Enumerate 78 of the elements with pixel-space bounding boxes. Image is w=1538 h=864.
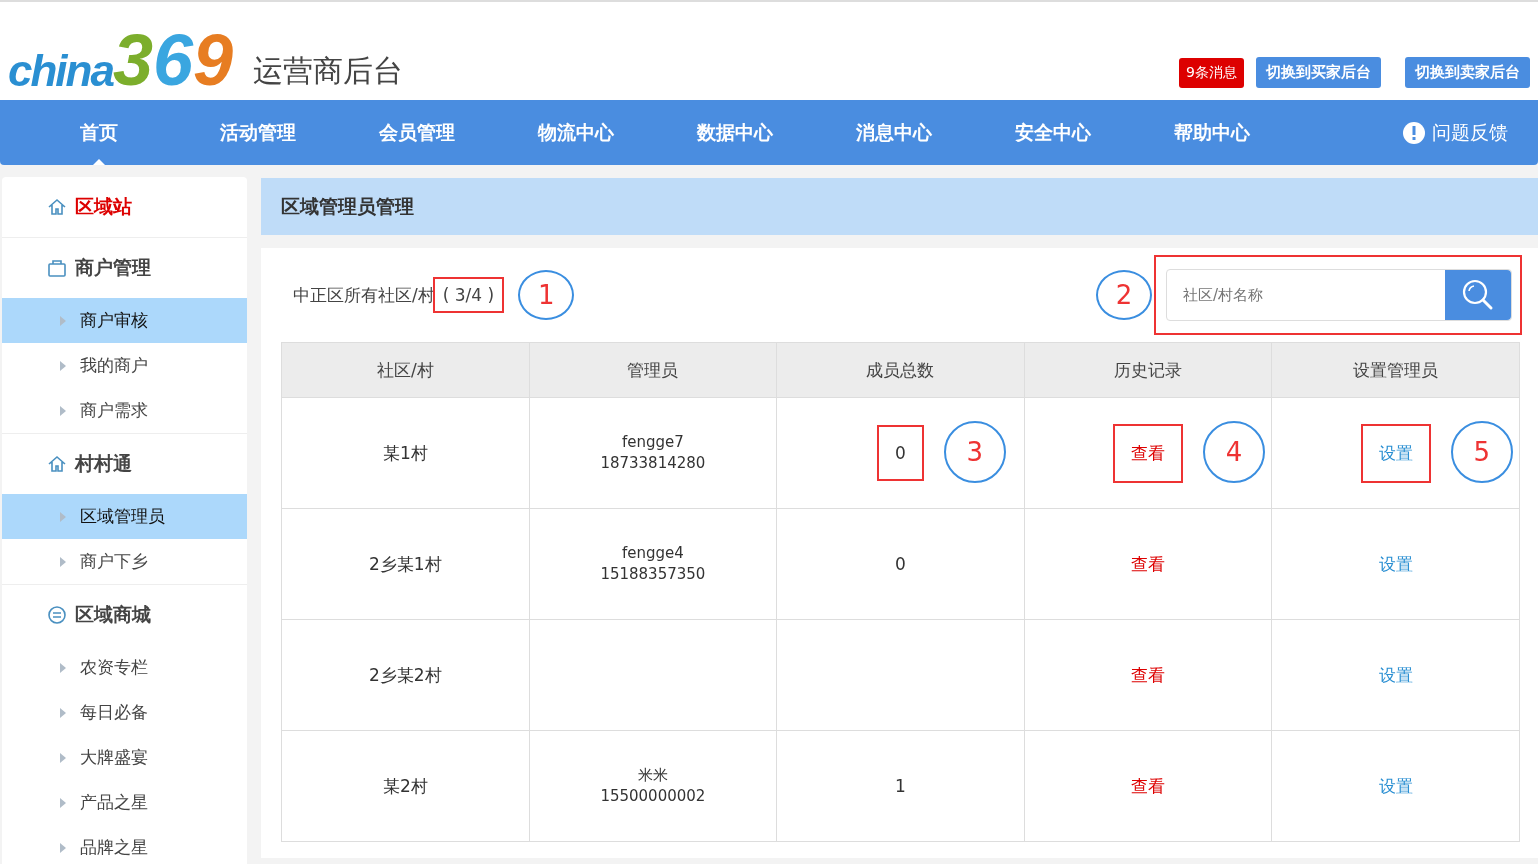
- sidebar-group[interactable]: 村村通: [2, 434, 247, 494]
- switch-button[interactable]: 切换到卖家后台: [1405, 57, 1530, 88]
- sidebar-group[interactable]: 区域商城: [2, 585, 247, 645]
- search-button[interactable]: [1445, 270, 1511, 320]
- callout-marker: 4: [1203, 421, 1266, 483]
- triangle-icon: [60, 707, 66, 718]
- sidebar-item[interactable]: 品牌之星: [2, 825, 247, 864]
- sidebar-item[interactable]: 大牌盛宴: [2, 735, 247, 780]
- view-link[interactable]: 查看: [1131, 442, 1166, 463]
- set-link[interactable]: 设置: [1378, 442, 1413, 463]
- home-icon: [47, 197, 67, 217]
- set-link[interactable]: 设置: [1378, 664, 1413, 685]
- nav-tab[interactable]: 安全中心: [973, 100, 1132, 165]
- feedback-link[interactable]: 问题反馈: [1402, 119, 1508, 146]
- nav-tab[interactable]: 会员管理: [337, 100, 496, 165]
- sidebar-item[interactable]: 农资专栏: [2, 645, 247, 690]
- triangle-icon: [60, 556, 66, 567]
- exclamation-icon: [1402, 120, 1426, 145]
- table-cell-text: 1: [895, 776, 906, 796]
- triangle-icon: [60, 797, 66, 808]
- table-cell-text: 某1村: [382, 442, 428, 463]
- logo: china369: [8, 19, 234, 100]
- search-field[interactable]: 社区/村名称: [1166, 269, 1512, 321]
- page-title: 区域管理员管理: [261, 178, 1538, 235]
- admin-info: fengge7 18733814280: [599, 432, 707, 474]
- search-input[interactable]: 社区/村名称: [1167, 270, 1445, 320]
- triangle-icon: [60, 315, 66, 326]
- column-header: 成员总数: [776, 342, 1025, 398]
- column-header: 历史记录: [1024, 342, 1272, 398]
- sidebar-group[interactable]: 商户管理: [2, 238, 247, 298]
- home-icon: [47, 454, 67, 474]
- triangle-icon: [60, 752, 66, 763]
- search-icon: [1461, 278, 1495, 312]
- callout-marker: 1: [518, 270, 575, 320]
- sidebar-item[interactable]: 商户需求: [2, 388, 247, 433]
- site-title: 运营商后台: [253, 52, 404, 90]
- nav-tab[interactable]: 消息中心: [814, 100, 973, 165]
- sidebar-group[interactable]: 区域站: [2, 177, 247, 237]
- view-link[interactable]: 查看: [1131, 664, 1166, 685]
- set-link[interactable]: 设置: [1378, 775, 1413, 796]
- sidebar-item[interactable]: 商户审核: [2, 298, 247, 343]
- nav-tab[interactable]: 物流中心: [496, 100, 655, 165]
- admin-info: 米米 15500000002: [599, 765, 707, 807]
- sidebar-item[interactable]: 区域管理员: [2, 494, 247, 539]
- messages-badge[interactable]: 9条消息: [1179, 57, 1244, 88]
- column-header: 设置管理员: [1271, 342, 1520, 398]
- nav-tab[interactable]: 数据中心: [655, 100, 814, 165]
- triangle-icon: [60, 662, 66, 673]
- triangle-icon: [60, 511, 66, 522]
- callout-marker: 2: [1096, 270, 1152, 320]
- sidebar-item[interactable]: 每日必备: [2, 690, 247, 735]
- sidebar-item[interactable]: 产品之星: [2, 780, 247, 825]
- triangle-icon: [60, 405, 66, 416]
- nav-tab[interactable]: 首页: [19, 100, 178, 165]
- coin-icon: [47, 605, 67, 625]
- view-link[interactable]: 查看: [1131, 775, 1166, 796]
- callout-marker: 5: [1450, 421, 1513, 483]
- triangle-icon: [60, 842, 66, 853]
- set-link[interactable]: 设置: [1378, 553, 1413, 574]
- column-header: 管理员: [529, 342, 777, 398]
- table-cell-text: 2乡某2村: [368, 664, 442, 685]
- nav-tab[interactable]: 帮助中心: [1132, 100, 1291, 165]
- table-cell-text: 2乡某1村: [368, 553, 442, 574]
- view-link[interactable]: 查看: [1131, 553, 1166, 574]
- sidebar-item[interactable]: 商户下乡: [2, 539, 247, 584]
- count-highlight: ( 3/4 ): [434, 279, 503, 311]
- table-cell-text: 0: [895, 443, 906, 463]
- sidebar-item[interactable]: 我的商户: [2, 343, 247, 388]
- table-cell-text: 0: [895, 554, 906, 574]
- bag-icon: [47, 258, 67, 278]
- callout-marker: 3: [943, 421, 1006, 483]
- column-header: 社区/村: [281, 342, 530, 398]
- table-cell-text: 某2村: [382, 775, 428, 796]
- switch-button[interactable]: 切换到买家后台: [1256, 57, 1381, 88]
- nav-tab[interactable]: 活动管理: [178, 100, 337, 165]
- admin-info: fengge4 15188357350: [599, 543, 707, 585]
- summary-label: 中正区所有社区/村: [293, 283, 435, 307]
- triangle-icon: [60, 360, 66, 371]
